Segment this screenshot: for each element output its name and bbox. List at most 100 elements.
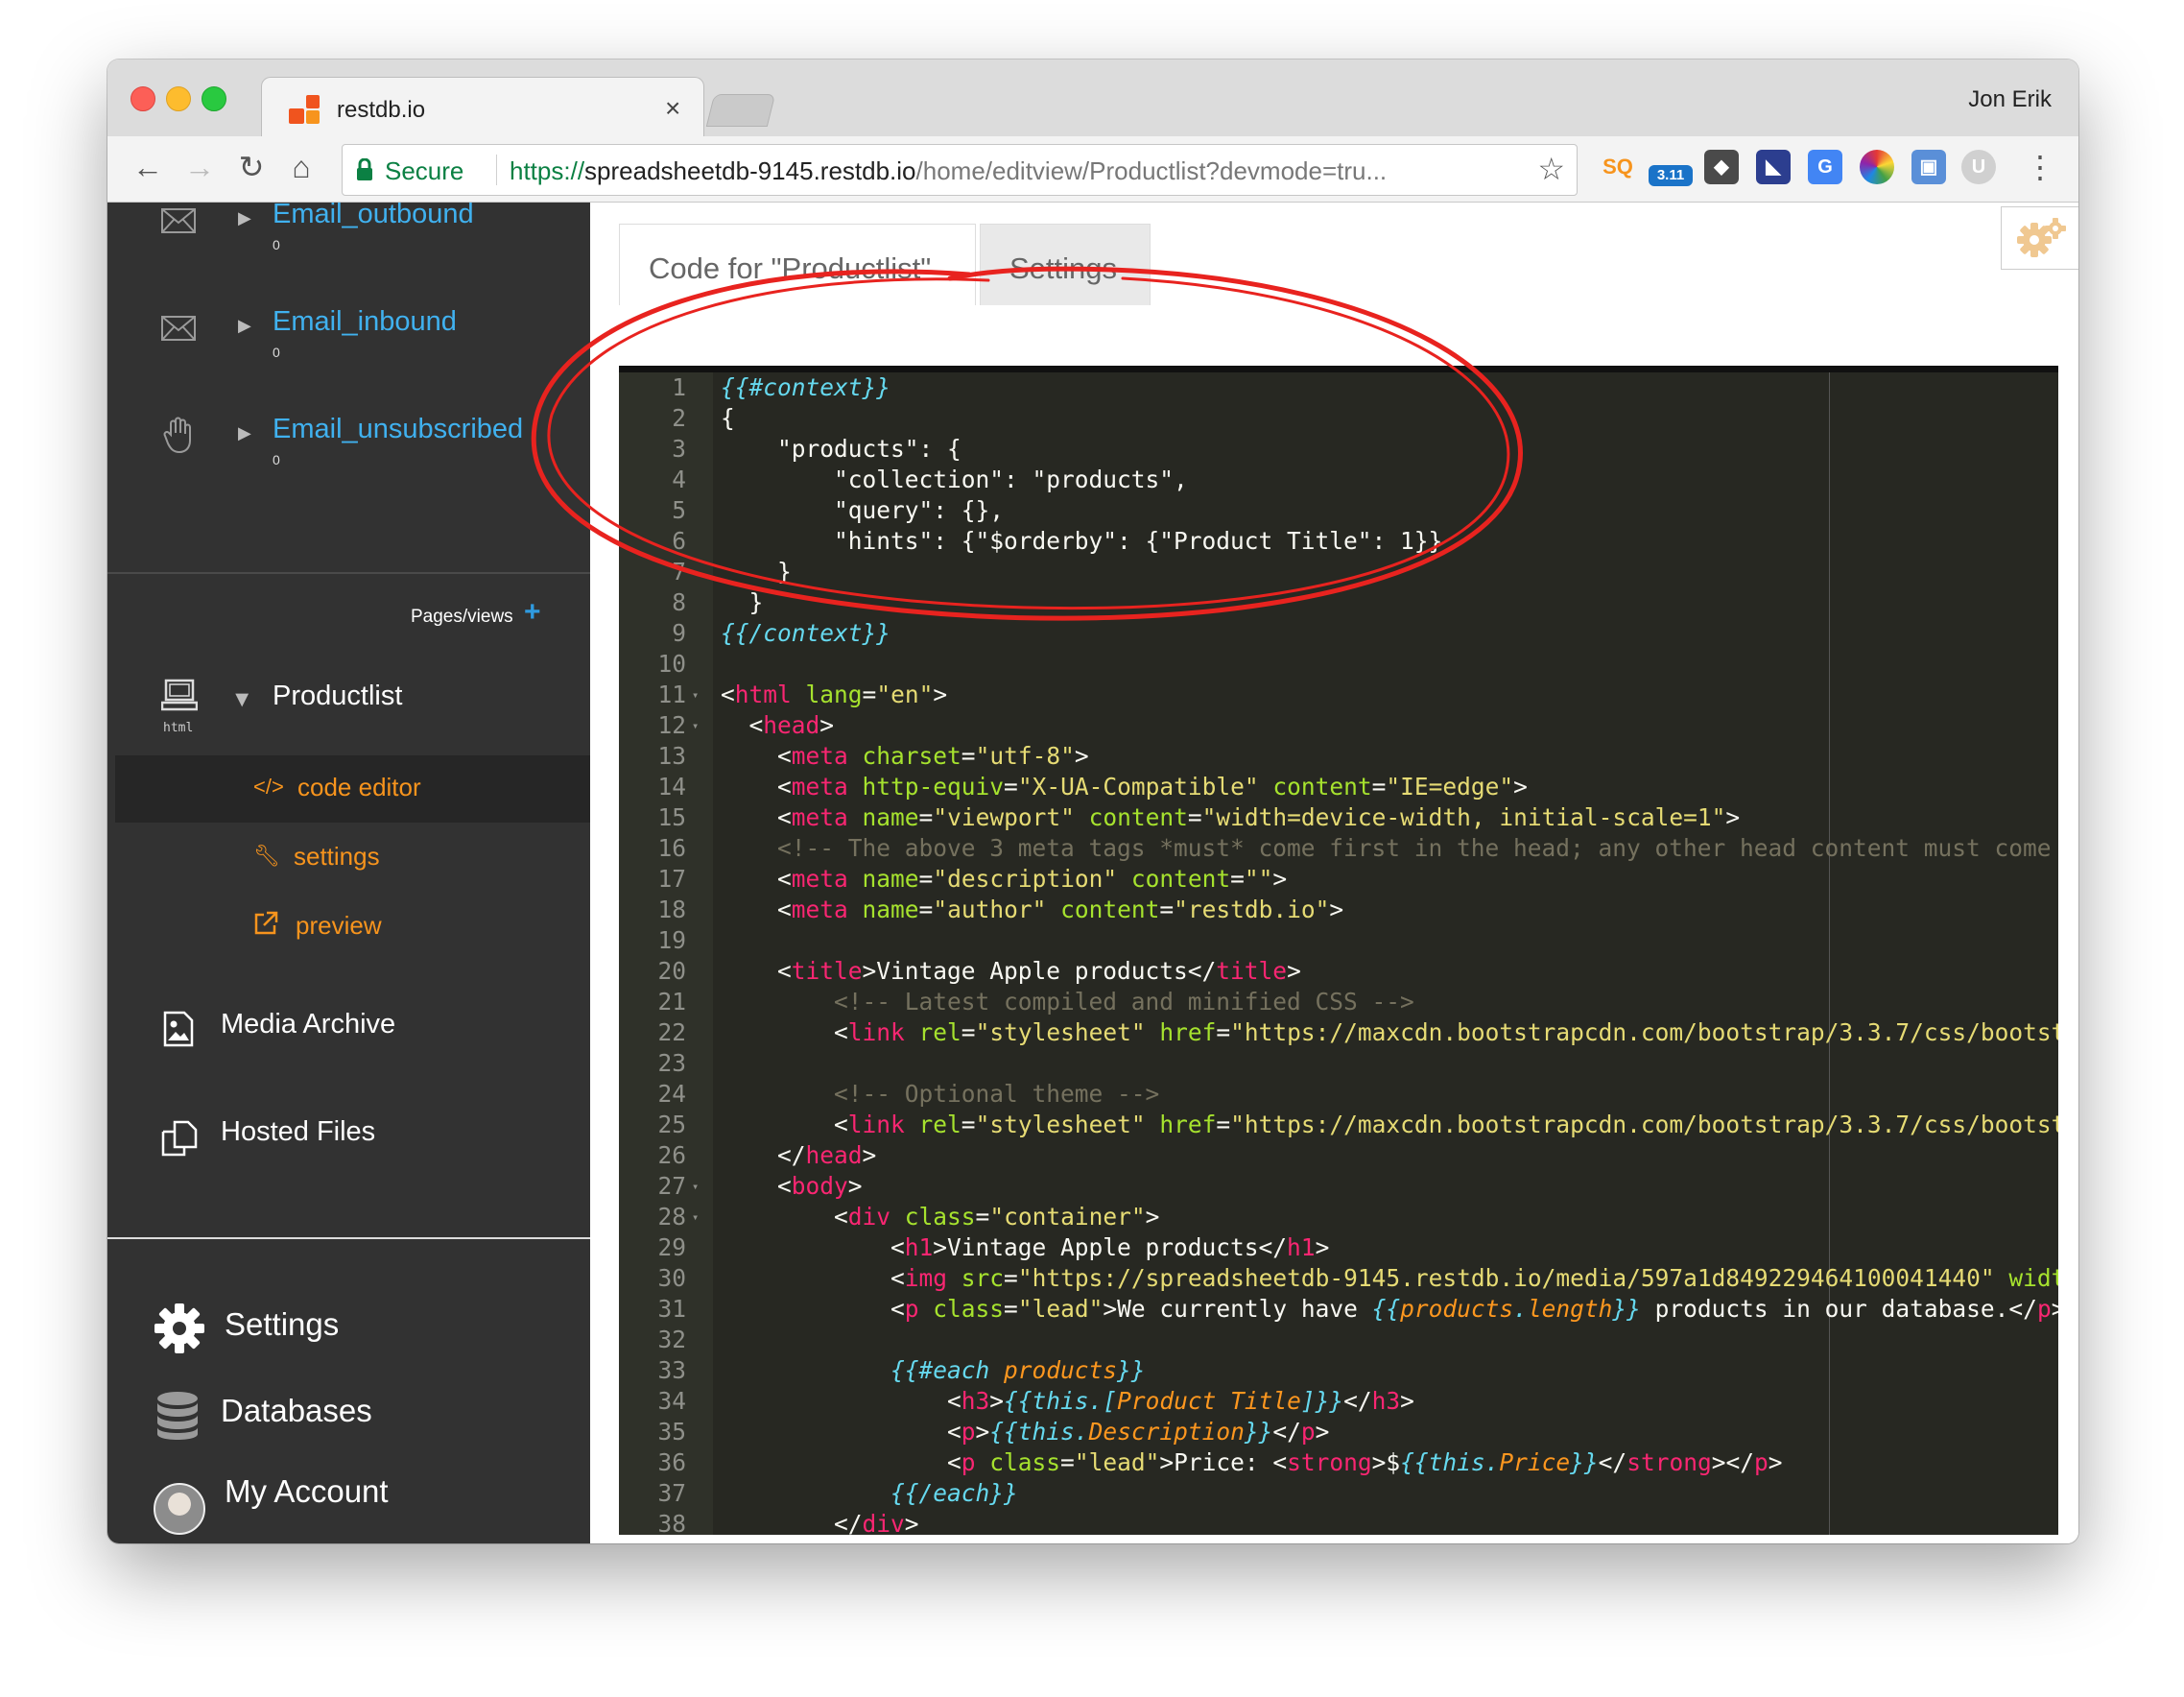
reload-icon[interactable]: ↻ <box>232 148 271 186</box>
night-mode-extension-icon[interactable]: ◣ <box>1756 150 1791 184</box>
nav-media-archive[interactable]: Media Archive <box>221 1009 395 1040</box>
code-line[interactable]: 18 <meta name="author" content="restdb.i… <box>619 895 2058 925</box>
evernote-extension-icon[interactable]: ◆ <box>1704 150 1739 184</box>
window-extension-icon[interactable]: ▣ <box>1911 150 1946 184</box>
code-text: <div class="container"> <box>721 1202 1159 1232</box>
code-editor[interactable]: 1 {{#context}} 2{3 "products": {4 "collect… <box>619 372 2058 1535</box>
expand-caret-icon[interactable]: ▶ <box>238 208 251 228</box>
code-line[interactable]: 23 <box>619 1048 2058 1079</box>
avatar[interactable] <box>154 1483 205 1535</box>
subitem-preview[interactable]: preview <box>296 911 382 941</box>
code-token: "restdb.io" <box>1174 896 1330 923</box>
code-text: <h3>{{this.[Product Title]}}</h3> <box>721 1386 1414 1417</box>
code-line[interactable]: 35 <p>{{this.Description}}</p> <box>619 1417 2058 1447</box>
browser-tab[interactable]: restdb.io × <box>261 77 704 139</box>
nav-hosted-files[interactable]: Hosted Files <box>221 1116 375 1148</box>
code-line[interactable]: 28 ▾ <div class="container"> <box>619 1202 2058 1232</box>
address-bar[interactable]: Secure https://spreadsheetdb-9145.restdb… <box>342 144 1578 196</box>
collapse-caret-icon[interactable]: ▶ <box>232 694 252 707</box>
collection-email-unsubscribed[interactable]: Email_unsubscribed <box>273 414 523 445</box>
code-line[interactable]: 26 </head> <box>619 1140 2058 1171</box>
home-icon[interactable]: ⌂ <box>282 148 320 186</box>
code-line[interactable]: 21 <!-- Latest compiled and minified CSS… <box>619 987 2058 1017</box>
code-line[interactable]: 37 {{/each}} <box>619 1478 2058 1509</box>
code-line[interactable]: 20 <title>Vintage Apple products</title> <box>619 956 2058 987</box>
page-productlist[interactable]: Productlist <box>273 681 402 712</box>
code-line[interactable]: 2{ <box>619 403 2058 434</box>
code-line[interactable]: 10 <box>619 649 2058 680</box>
add-page-icon[interactable]: + <box>524 596 541 629</box>
code-line[interactable]: 13 <meta charset="utf-8"> <box>619 741 2058 772</box>
subitem-settings[interactable]: settings <box>294 842 380 872</box>
code-line[interactable]: 27 ▾ <body> <box>619 1171 2058 1202</box>
code-line[interactable]: 22 <link rel="stylesheet" href="https://… <box>619 1017 2058 1048</box>
zoom-window-button[interactable] <box>202 86 226 111</box>
code-line[interactable]: 16 <!-- The above 3 meta tags *must* com… <box>619 833 2058 864</box>
back-icon[interactable]: ← <box>129 148 167 186</box>
tab-settings[interactable]: Settings <box>980 224 1151 305</box>
code-token: "IE=edge" <box>1386 773 1514 801</box>
color-picker-extension-icon[interactable] <box>1860 150 1894 184</box>
close-window-button[interactable] <box>131 86 155 111</box>
code-line[interactable]: 30 <img src="https://spreadsheetdb-9145.… <box>619 1263 2058 1294</box>
fold-caret-icon[interactable]: ▾ <box>692 1202 699 1232</box>
browser-menu-icon[interactable]: ⋮ <box>2025 148 2055 186</box>
code-line[interactable]: 31 <p class="lead">We currently have {{p… <box>619 1294 2058 1325</box>
expand-caret-icon[interactable]: ▶ <box>238 423 251 443</box>
subitem-code-editor[interactable]: code editor <box>297 773 421 802</box>
code-token: p <box>904 1295 919 1323</box>
code-line[interactable]: 3 "products": { <box>619 434 2058 465</box>
python-version-extension-icon[interactable]: 3.11 <box>1649 165 1693 186</box>
sq-extension-icon[interactable]: SQ <box>1601 150 1635 184</box>
bookmark-star-icon[interactable]: ☆ <box>1537 151 1565 187</box>
code-line[interactable]: 8 } <box>619 587 2058 618</box>
url-text[interactable]: https://spreadsheetdb-9145.restdb.io/hom… <box>510 156 1507 186</box>
nav-settings[interactable]: Settings <box>225 1306 339 1343</box>
code-line[interactable]: 9 {{/context}} <box>619 618 2058 649</box>
code-token: = <box>918 865 934 893</box>
fold-caret-icon[interactable]: ▾ <box>692 680 699 710</box>
line-number: 22 <box>657 1018 686 1046</box>
code-line[interactable]: 14 <meta http-equiv="X-UA-Compatible" co… <box>619 772 2058 802</box>
collection-email-inbound[interactable]: Email_inbound <box>273 306 457 338</box>
code-line[interactable]: 1 {{#context}} <box>619 372 2058 403</box>
tab-close-icon[interactable]: × <box>665 93 680 124</box>
code-line[interactable]: 25 <link rel="stylesheet" href="https://… <box>619 1110 2058 1140</box>
code-line[interactable]: 4 "collection": "products", <box>619 465 2058 495</box>
code-line[interactable]: 33 {{#each products}} <box>619 1355 2058 1386</box>
code-line[interactable]: 6 "hints": {"$orderby": {"Product Title"… <box>619 526 2058 557</box>
profile-name[interactable]: Jon Erik <box>1968 86 2052 113</box>
page-settings-button[interactable] <box>2001 206 2078 270</box>
line-number: 17 <box>657 865 686 893</box>
code-line[interactable]: 15 <meta name="viewport" content="width=… <box>619 802 2058 833</box>
fold-caret-icon[interactable]: ▾ <box>692 710 699 741</box>
forward-icon[interactable]: → <box>180 148 219 186</box>
code-line[interactable]: 11 ▾ <html lang="en"> <box>619 680 2058 710</box>
code-line[interactable]: 12 ▾ <head> <box>619 710 2058 741</box>
external-link-icon <box>254 911 278 935</box>
minimize-window-button[interactable] <box>166 86 191 111</box>
fold-caret-icon[interactable]: ▾ <box>692 1171 699 1202</box>
code-line[interactable]: 29 <h1>Vintage Apple products</h1> <box>619 1232 2058 1263</box>
code-line[interactable]: 5 "query": {}, <box>619 495 2058 526</box>
code-token: "container" <box>989 1203 1146 1231</box>
code-line[interactable]: 38 </div> <box>619 1509 2058 1535</box>
code-line[interactable]: 32 <box>619 1325 2058 1355</box>
code-token: }} <box>1612 1295 1641 1323</box>
disabled-extension-icon[interactable]: U <box>1961 150 1996 184</box>
new-tab-button[interactable] <box>705 94 776 127</box>
tab-code[interactable]: Code for "Productlist" <box>619 224 976 305</box>
translate-extension-icon[interactable]: G <box>1808 150 1842 184</box>
collection-email-outbound[interactable]: Email_outbound <box>273 199 474 230</box>
expand-caret-icon[interactable]: ▶ <box>238 316 251 336</box>
code-line[interactable]: 36 <p class="lead">Price: <strong>${{thi… <box>619 1447 2058 1478</box>
code-line[interactable]: 7 } <box>619 557 2058 587</box>
code-token: lang <box>791 681 863 708</box>
code-line[interactable]: 17 <meta name="description" content=""> <box>619 864 2058 895</box>
code-line[interactable]: 24 <!-- Optional theme --> <box>619 1079 2058 1110</box>
line-number: 12 <box>657 711 686 739</box>
code-line[interactable]: 19 <box>619 925 2058 956</box>
code-line[interactable]: 34 <h3>{{this.[Product Title]}}</h3> <box>619 1386 2058 1417</box>
nav-my-account[interactable]: My Account <box>225 1473 389 1510</box>
nav-databases[interactable]: Databases <box>221 1393 372 1429</box>
